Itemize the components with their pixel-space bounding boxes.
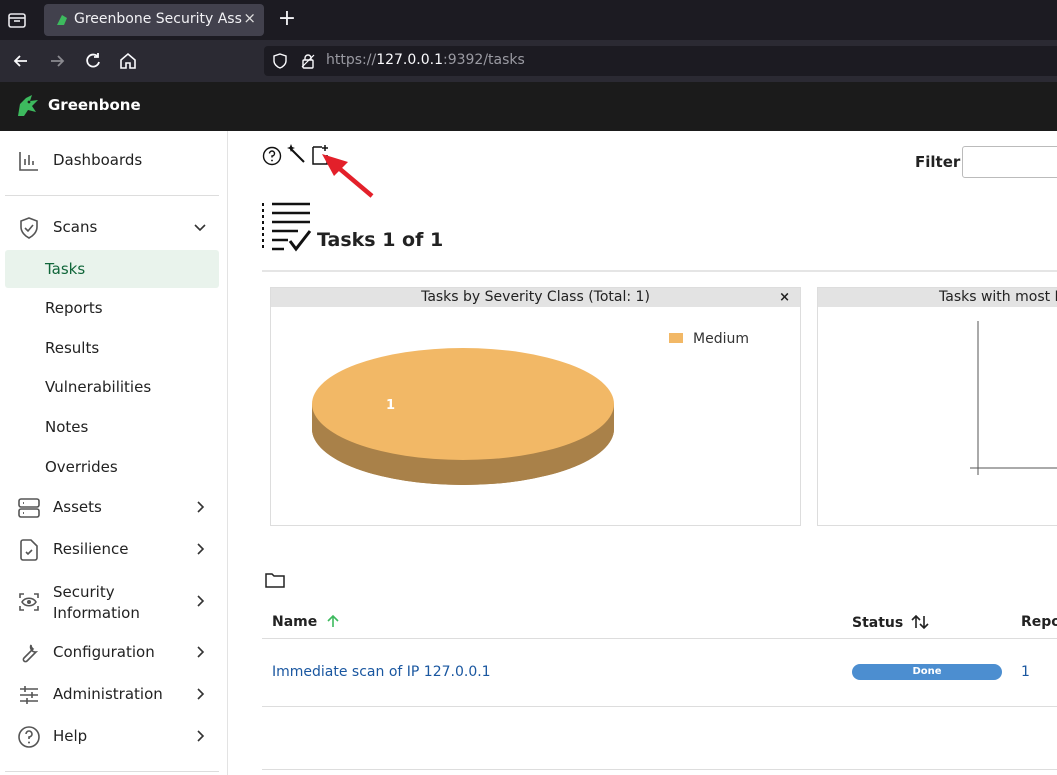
title-divider bbox=[262, 270, 1057, 272]
column-header-reports[interactable]: Reports bbox=[1021, 614, 1057, 630]
wrench-icon bbox=[22, 644, 39, 663]
sidebar-item-label: Resilience bbox=[53, 540, 129, 558]
shield-check-icon bbox=[20, 217, 38, 239]
chevron-right-icon bbox=[197, 688, 205, 700]
chart-title: Tasks by Severity Class (Total: 1) bbox=[421, 289, 650, 305]
page-title: Tasks 1 of 1 bbox=[317, 229, 444, 251]
sidebar-item-label: Help bbox=[53, 727, 88, 745]
sidebar-item-configuration[interactable]: Configuration bbox=[5, 633, 219, 671]
sidebar-item-label: Reports bbox=[45, 299, 103, 317]
sidebar-item-dashboards[interactable]: Dashboards bbox=[5, 141, 219, 179]
pie-slice-value-label: 1 bbox=[386, 398, 395, 413]
browser-tab-bar: Greenbone Security Assistant × + bbox=[0, 0, 1057, 40]
severity-pie-chart: 1 Medium bbox=[312, 331, 749, 485]
server-icon bbox=[18, 498, 40, 518]
task-list-icon bbox=[262, 202, 312, 252]
sidebar-item-security-information[interactable]: Security Information bbox=[5, 572, 219, 630]
sidebar-item-label: Administration bbox=[53, 685, 163, 703]
sidebar-item-tasks[interactable]: Tasks bbox=[5, 250, 219, 288]
chevron-right-icon bbox=[197, 730, 205, 742]
chevron-right-icon bbox=[197, 595, 205, 607]
sidebar-item-label: Notes bbox=[45, 418, 89, 436]
sidebar-item-label: Security Information bbox=[53, 583, 140, 622]
sidebar-item-overrides[interactable]: Overrides bbox=[5, 448, 219, 486]
lock-icon[interactable] bbox=[300, 53, 316, 69]
sidebar-item-administration[interactable]: Administration bbox=[5, 675, 219, 713]
most-high-results-chart-panel: Tasks with most High Results per Host bbox=[817, 287, 1057, 526]
filter-input[interactable] bbox=[962, 146, 1057, 178]
severity-chart-panel: Tasks by Severity Class (Total: 1) × 1 Me… bbox=[270, 287, 801, 526]
chevron-right-icon bbox=[197, 543, 205, 555]
sidebar-item-label: Vulnerabilities bbox=[45, 378, 152, 396]
sidebar-item-notes[interactable]: Notes bbox=[5, 408, 219, 446]
task-name-link[interactable]: Immediate scan of IP 127.0.0.1 bbox=[272, 664, 491, 680]
sidebar-divider bbox=[5, 771, 219, 772]
chevron-down-icon bbox=[194, 224, 206, 232]
close-icon[interactable]: × bbox=[779, 288, 790, 307]
reload-icon[interactable] bbox=[83, 51, 103, 71]
wizard-icon[interactable] bbox=[286, 143, 308, 165]
tab-title: Greenbone Security Assistant bbox=[74, 11, 242, 27]
sidebar-item-resilience[interactable]: Resilience bbox=[5, 530, 219, 568]
chart-header[interactable]: Tasks with most High Results per Host bbox=[818, 288, 1057, 307]
shield-icon[interactable] bbox=[272, 53, 288, 69]
table-row-divider bbox=[262, 706, 1057, 707]
chevron-right-icon bbox=[197, 501, 205, 513]
address-bar[interactable]: https://127.0.0.1:9392/tasks bbox=[264, 46, 1057, 76]
back-icon[interactable] bbox=[11, 51, 31, 71]
sidebar-item-label: Configuration bbox=[53, 643, 155, 661]
legend-swatch bbox=[669, 333, 683, 343]
column-header-status[interactable]: Status bbox=[852, 614, 929, 631]
chevron-right-icon bbox=[197, 646, 205, 658]
filter-label: Filter bbox=[915, 153, 961, 171]
table-footer-divider bbox=[262, 769, 1057, 770]
browser-nav-bar: https://127.0.0.1:9392/tasks bbox=[0, 40, 1057, 82]
status-badge: Done bbox=[852, 664, 1002, 680]
app-header: Greenbone bbox=[0, 82, 1057, 131]
new-tab-button[interactable]: + bbox=[276, 6, 298, 32]
greenbone-logo-icon[interactable] bbox=[14, 92, 42, 120]
forward-icon[interactable] bbox=[47, 51, 67, 71]
tab-close-icon[interactable]: × bbox=[243, 9, 256, 27]
sidebar-item-label: Results bbox=[45, 339, 100, 357]
sidebar-item-label: Dashboards bbox=[53, 151, 143, 169]
help-circle-icon bbox=[18, 726, 40, 748]
sidebar-item-label: Assets bbox=[53, 498, 102, 516]
table-header-divider bbox=[262, 638, 1057, 639]
tab-list-icon[interactable] bbox=[6, 9, 28, 31]
sort-ascending-icon[interactable] bbox=[326, 614, 340, 628]
sidebar-item-assets[interactable]: Assets bbox=[5, 488, 219, 526]
annotation-arrow-icon bbox=[322, 154, 374, 198]
brand-name[interactable]: Greenbone bbox=[48, 96, 141, 114]
sidebar-item-help[interactable]: Help bbox=[5, 717, 219, 755]
sidebar-item-scans[interactable]: Scans bbox=[5, 208, 219, 246]
sort-icon[interactable] bbox=[911, 614, 929, 630]
bar-chart-axes bbox=[970, 321, 1057, 475]
reports-count-link[interactable]: 1 bbox=[1021, 664, 1030, 680]
legend-label: Medium bbox=[693, 331, 749, 347]
pie-slice-medium[interactable] bbox=[312, 348, 614, 460]
url-text: https://127.0.0.1:9392/tasks bbox=[326, 52, 525, 68]
sidebar-item-label: Overrides bbox=[45, 458, 118, 476]
sidebar-item-label: Tasks bbox=[45, 260, 86, 278]
chart-header[interactable]: Tasks by Severity Class (Total: 1) × bbox=[271, 288, 800, 307]
sidebar-item-reports[interactable]: Reports bbox=[5, 289, 219, 327]
browser-tab[interactable]: Greenbone Security Assistant × bbox=[44, 4, 264, 36]
bar-chart-icon bbox=[19, 152, 38, 171]
sliders-icon bbox=[20, 686, 38, 704]
sidebar-divider bbox=[5, 195, 219, 196]
eye-scan-icon bbox=[19, 593, 39, 611]
greenbone-favicon-icon bbox=[57, 15, 67, 25]
folder-icon[interactable] bbox=[265, 571, 285, 589]
home-icon[interactable] bbox=[118, 51, 138, 71]
help-icon[interactable] bbox=[261, 145, 283, 167]
chart-title: Tasks with most High Results per Host bbox=[939, 289, 1057, 305]
sidebar-item-results[interactable]: Results bbox=[5, 329, 219, 367]
sidebar-item-label: Scans bbox=[53, 218, 98, 236]
sidebar: Dashboards Scans Tasks Reports Results V… bbox=[0, 131, 228, 775]
column-header-name[interactable]: Name bbox=[272, 614, 340, 630]
main-content: Filter Tasks 1 of 1 Tasks by Severity Cl… bbox=[228, 131, 1057, 775]
clipboard-check-icon bbox=[20, 539, 38, 561]
sidebar-item-vulnerabilities[interactable]: Vulnerabilities bbox=[5, 368, 219, 406]
